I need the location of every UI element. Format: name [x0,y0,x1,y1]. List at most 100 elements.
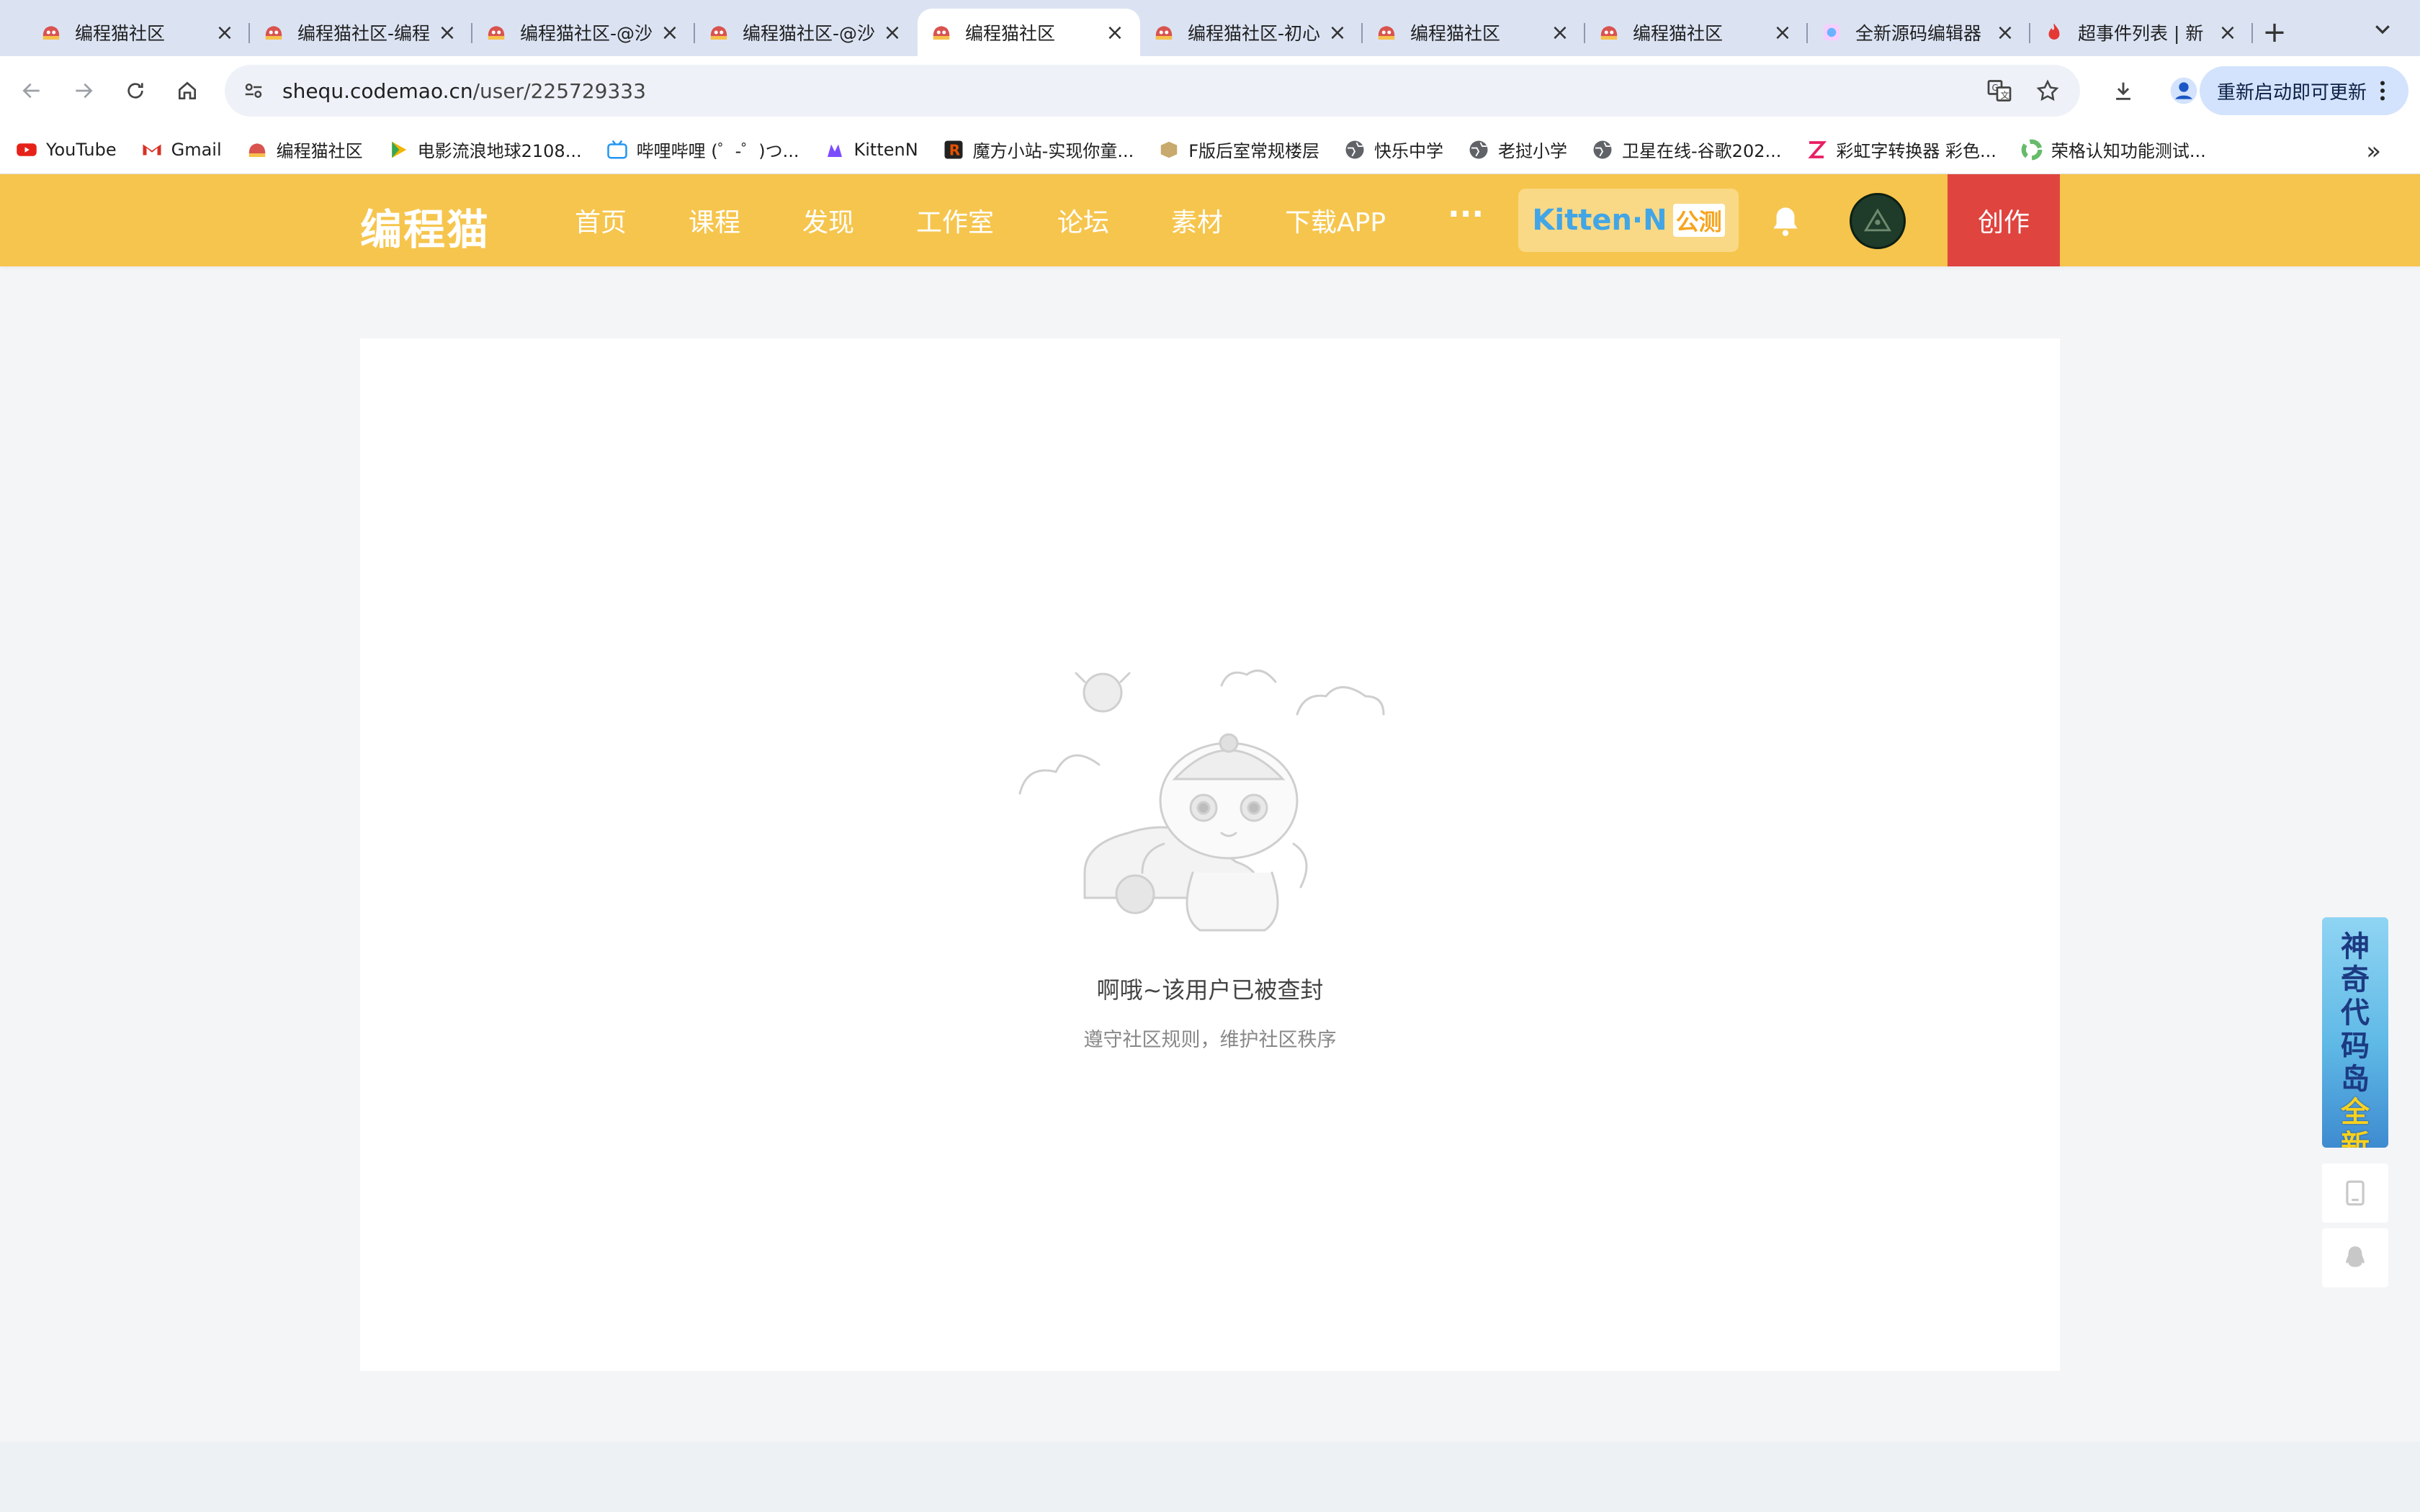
user-avatar[interactable] [1850,193,1906,249]
browser-tab[interactable]: 编程猫社区 × [1585,9,1808,56]
bell-icon[interactable] [1767,203,1803,239]
tab-title: 编程猫社区 [1410,23,1501,44]
kitten-n-label: Kitten·N [1532,204,1667,237]
forward-button[interactable] [58,65,109,117]
bookmark-item[interactable]: 荣格认知功能测试... [2021,137,2206,162]
bookmarks-overflow-button[interactable]: » [2366,137,2381,166]
close-icon[interactable]: × [1104,20,1126,45]
bookmark-item[interactable]: Gmail [141,139,222,161]
more-vert-icon[interactable] [2370,78,2396,104]
reload-icon [127,83,143,99]
nav-studio[interactable]: 工作室 [916,202,994,239]
update-button[interactable]: 重新启动即可更新 [2199,66,2408,115]
bookmark-label: 老挝小学 [1498,141,1568,161]
site-info-icon[interactable] [225,80,282,102]
r-icon: R [943,139,964,161]
bookmark-item[interactable]: 卫星在线-谷歌202... [1592,137,1781,162]
codemao-favicon-icon [710,26,727,40]
kitten-icon [824,139,846,161]
code-island-promo-banner[interactable]: 神 奇 代 码 岛 全 新 升 级 [2322,917,2388,1148]
download-button[interactable] [2097,65,2149,117]
arrow-left-icon [22,83,40,99]
svg-text:G: G [1992,83,1999,93]
box-icon [1158,139,1180,161]
source-editor-icon [1823,24,1840,41]
tab-title: 编程猫社区-@沙 [520,23,653,44]
tab-title: 编程猫社区 [75,23,166,44]
browser-tab[interactable]: 编程猫社区-编程 × [250,9,472,56]
url-text[interactable]: shequ.codemao.cn/user/225729333 [282,79,646,103]
browser-tab[interactable]: 全新源码编辑器 × [1808,9,2030,56]
home-icon [179,81,196,99]
globe-icon [1468,139,1489,161]
bookmark-label: F版后室常规楼层 [1188,141,1320,161]
codemao-favicon-icon [1155,26,1173,40]
tab-title: 编程猫社区 [965,23,1056,44]
bookmark-item[interactable]: 电影流浪地球2108... [387,137,582,162]
gmail-icon [141,139,163,161]
back-button[interactable] [6,65,58,117]
bookmark-label: 魔方小站-实现你童... [972,141,1134,161]
new-tab-button[interactable]: + [2253,9,2296,56]
nav-materials[interactable]: 素材 [1171,202,1223,239]
browser-tab[interactable]: 编程猫社区 × [1363,9,1585,56]
qq-penguin-icon [2346,1246,2365,1267]
bookmarks-bar: YouTube Gmail 编程猫社区 电影流浪地球2108... 哔哩哔哩 (゜-゜)… [0,125,2420,174]
bookmark-item[interactable]: 彩虹字转换器 彩色... [1806,137,1996,162]
browser-tab[interactable]: 编程猫社区-初心 × [1140,9,1363,56]
nav-home[interactable]: 首页 [575,202,627,239]
bilibili-icon [606,139,628,161]
close-icon[interactable]: × [659,20,681,45]
codemao-logo[interactable]: 编程猫 [360,196,490,254]
address-bar[interactable]: shequ.codemao.cn/user/225729333 G文 [225,65,2080,117]
close-icon[interactable]: × [1327,20,1348,45]
bookmark-label: 电影流浪地球2108... [417,141,582,161]
close-icon[interactable]: × [1772,20,1793,45]
bookmark-item[interactable]: KittenN [824,139,918,161]
nav-download-app[interactable]: 下载APP [1285,202,1386,239]
nav-forum[interactable]: 论坛 [1057,202,1109,239]
mobile-app-button[interactable] [2322,1164,2388,1223]
reload-button[interactable] [109,65,161,117]
browser-tab[interactable]: 编程猫社区-@沙 × [472,9,695,56]
codemao-favicon-icon [1378,26,1395,40]
update-label: 重新启动即可更新 [2216,81,2367,104]
youtube-icon [16,139,37,161]
nav-courses[interactable]: 课程 [689,202,740,239]
star-icon[interactable] [2035,78,2060,103]
bookmark-label: 荣格认知功能测试... [2051,141,2206,161]
home-button[interactable] [161,65,213,117]
bookmark-item[interactable]: 编程猫社区 [246,137,363,162]
browser-tab[interactable]: 超事件列表 | 新 × [2030,9,2253,56]
close-icon[interactable]: × [882,20,903,45]
z-icon [1806,139,1827,161]
bookmark-item[interactable]: 哔哩哔哩 (゜-゜)つ... [606,137,799,162]
browser-tab[interactable]: 编程猫社区-@沙 × [695,9,918,56]
bookmark-item[interactable]: R 魔方小站-实现你童... [943,137,1134,162]
person-icon [2170,77,2197,104]
browser-tab[interactable]: 编程猫社区 × [918,9,1140,56]
tab-title: 全新源码编辑器 [1855,23,1982,44]
close-icon[interactable]: × [2217,20,2238,45]
bookmark-item[interactable]: YouTube [16,139,117,161]
tablet-icon [2346,1180,2365,1206]
bookmark-item[interactable]: 老挝小学 [1468,137,1567,162]
kitten-n-button[interactable]: Kitten·N 公测 [1518,189,1739,252]
bookmark-label: 编程猫社区 [276,141,363,161]
globe-icon [1344,139,1366,161]
qq-button[interactable] [2322,1228,2388,1287]
translate-icon[interactable]: G文 [1986,78,2012,104]
tab-search-button[interactable] [2367,13,2398,45]
nav-discover[interactable]: 发现 [802,202,854,239]
bookmark-item[interactable]: 快乐中学 [1344,137,1443,162]
svg-text:文: 文 [2001,90,2009,101]
create-button[interactable]: 创作 [1948,174,2060,266]
close-icon[interactable]: × [436,20,458,45]
nav-more[interactable]: ··· [1448,196,1484,233]
bookmark-item[interactable]: F版后室常规楼层 [1158,137,1319,162]
close-icon[interactable]: × [1994,20,2016,45]
bookmark-label: 快乐中学 [1374,141,1444,161]
close-icon[interactable]: × [1549,20,1571,45]
close-icon[interactable]: × [214,20,236,45]
browser-tab[interactable]: 编程猫社区 × [27,9,250,56]
